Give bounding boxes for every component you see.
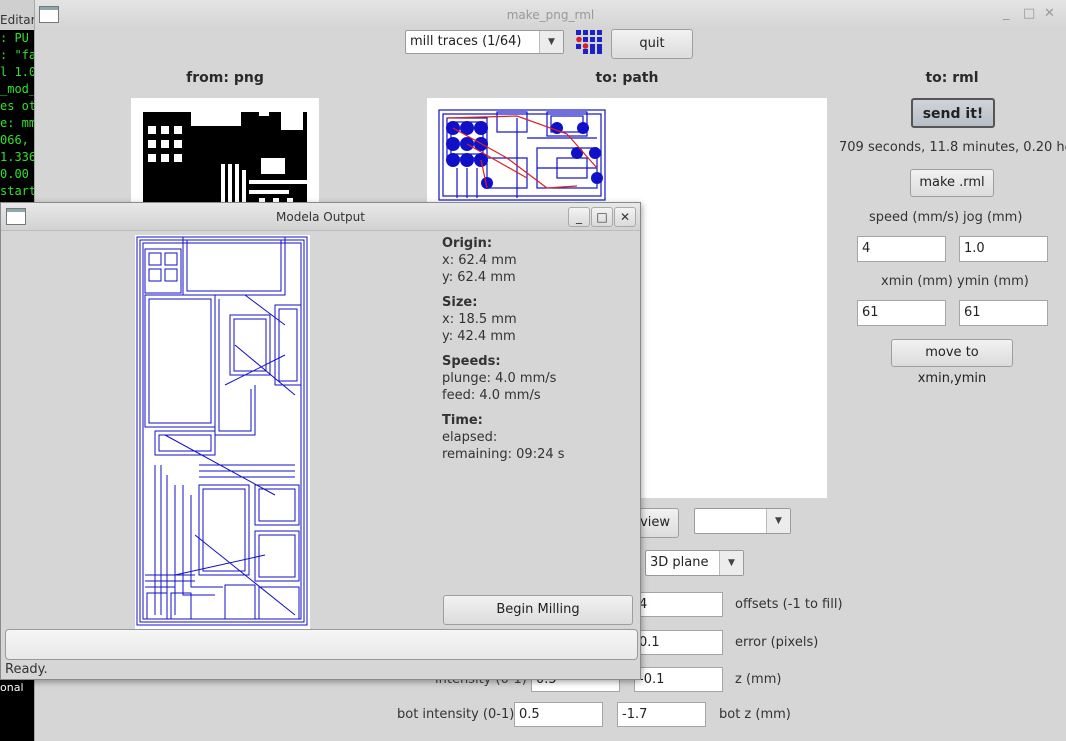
terminal-tab[interactable]: Editar: [0, 0, 34, 30]
dialog-titlebar[interactable]: Modela Output _ □ ✕: [1, 203, 640, 231]
terminal-line: 066,: [0, 133, 29, 147]
size-x: x: 18.5 mm: [442, 312, 517, 327]
send-it-button[interactable]: send it!: [911, 98, 995, 128]
error-label: error (pixels): [735, 635, 819, 650]
ymin-label: ymin (mm): [957, 274, 1029, 289]
offsets-input[interactable]: 4: [634, 592, 723, 617]
move-to-xmin-ymin-button[interactable]: move to xmin,ymin: [891, 339, 1013, 386]
terminal-line: es ot: [0, 99, 34, 113]
dialog-title: Modela Output: [276, 210, 365, 224]
origin-x: x: 62.4 mm: [442, 253, 517, 268]
speed-input[interactable]: 4: [857, 236, 946, 262]
origin-info: Origin: x: 62.4 mm y: 62.4 mm: [442, 235, 517, 286]
speed-label: speed (mm/s): [869, 210, 960, 225]
plunge-speed: plunge: 4.0 mm/s: [442, 371, 557, 386]
modela-output-dialog: Modela Output _ □ ✕ Origin: x: 62.4 mm y…: [0, 202, 641, 680]
origin-y: y: 62.4 mm: [442, 270, 516, 285]
offsets-label: offsets (-1 to fill): [735, 597, 843, 612]
maximize-icon[interactable]: □: [1023, 6, 1035, 21]
png-preview: [131, 98, 319, 208]
fab-logo-icon: [576, 30, 602, 54]
terminal-line: : PU: [0, 31, 29, 45]
bot-z-input[interactable]: -1.7: [617, 702, 706, 727]
size-info: Size: x: 18.5 mm y: 42.4 mm: [442, 294, 517, 345]
close-icon[interactable]: ✕: [1044, 6, 1055, 21]
chevron-down-icon[interactable]: ▼: [539, 31, 563, 53]
elapsed-time: elapsed:: [442, 430, 498, 445]
minimize-icon[interactable]: _: [1003, 6, 1010, 21]
size-y: y: 42.4 mm: [442, 329, 516, 344]
terminal-line: 0.00: [0, 167, 29, 181]
milling-toolpath-image: [136, 236, 308, 626]
png-image: [143, 98, 309, 208]
feed-speed: feed: 4.0 mm/s: [442, 388, 541, 403]
xmin-input[interactable]: 61: [857, 300, 946, 326]
chevron-down-icon[interactable]: ▼: [766, 509, 790, 533]
view-select[interactable]: ▼: [694, 508, 791, 534]
terminal-line: 1.336: [0, 150, 34, 164]
error-input[interactable]: 0.1: [634, 630, 723, 655]
plane-select-value: 3D plane: [650, 555, 709, 570]
mode-select[interactable]: mill traces (1/64) ▼: [405, 30, 564, 54]
jog-input[interactable]: 1.0: [959, 236, 1048, 262]
speeds-heading: Speeds:: [442, 354, 501, 369]
mode-select-value: mill traces (1/64): [410, 34, 522, 49]
window-title: make_png_rml: [506, 8, 595, 22]
minimize-icon[interactable]: _: [568, 207, 590, 227]
plane-select[interactable]: 3D plane ▼: [645, 550, 744, 576]
z-label: z (mm): [735, 672, 782, 687]
bot-z-label: bot z (mm): [719, 707, 791, 722]
milling-progress-bar: [5, 629, 638, 660]
origin-heading: Origin:: [442, 236, 493, 251]
z-input[interactable]: -0.1: [634, 667, 723, 692]
chevron-down-icon[interactable]: ▼: [719, 551, 743, 575]
from-png-heading: from: png: [186, 70, 264, 86]
status-text: Ready.: [5, 662, 48, 677]
milling-canvas: [135, 235, 310, 629]
time-heading: Time:: [442, 413, 483, 428]
remaining-time: remaining: 09:24 s: [442, 447, 565, 462]
terminal-line: _mod_: [0, 82, 34, 96]
terminal-status: onal: [0, 681, 34, 695]
time-estimate: 709 seconds, 11.8 minutes, 0.20 hours: [839, 140, 1066, 155]
begin-milling-button[interactable]: Begin Milling: [443, 595, 633, 625]
make-rml-button[interactable]: make .rml: [910, 169, 994, 197]
speeds-info: Speeds: plunge: 4.0 mm/s feed: 4.0 mm/s: [442, 353, 556, 404]
jog-label: jog (mm): [963, 210, 1023, 225]
main-titlebar[interactable]: make_png_rml _ □ ✕: [35, 0, 1066, 30]
terminal-line: l 1.0: [0, 65, 34, 79]
to-rml-heading: to: rml: [925, 70, 979, 86]
close-icon[interactable]: ✕: [614, 207, 636, 227]
bot-intensity-input[interactable]: 0.5: [514, 702, 603, 727]
xmin-label: xmin (mm): [881, 274, 953, 289]
to-path-heading: to: path: [595, 70, 659, 86]
ymin-input[interactable]: 61: [959, 300, 1048, 326]
terminal-line: e: mm: [0, 116, 34, 130]
size-heading: Size:: [442, 295, 478, 310]
maximize-icon[interactable]: □: [591, 207, 613, 227]
quit-button[interactable]: quit: [611, 29, 693, 59]
terminal-line: start: [0, 184, 34, 198]
bot-intensity-label: bot intensity (0-1): [397, 707, 515, 722]
terminal-line: : "fab: [0, 48, 34, 62]
time-info: Time: elapsed: remaining: 09:24 s: [442, 412, 565, 463]
